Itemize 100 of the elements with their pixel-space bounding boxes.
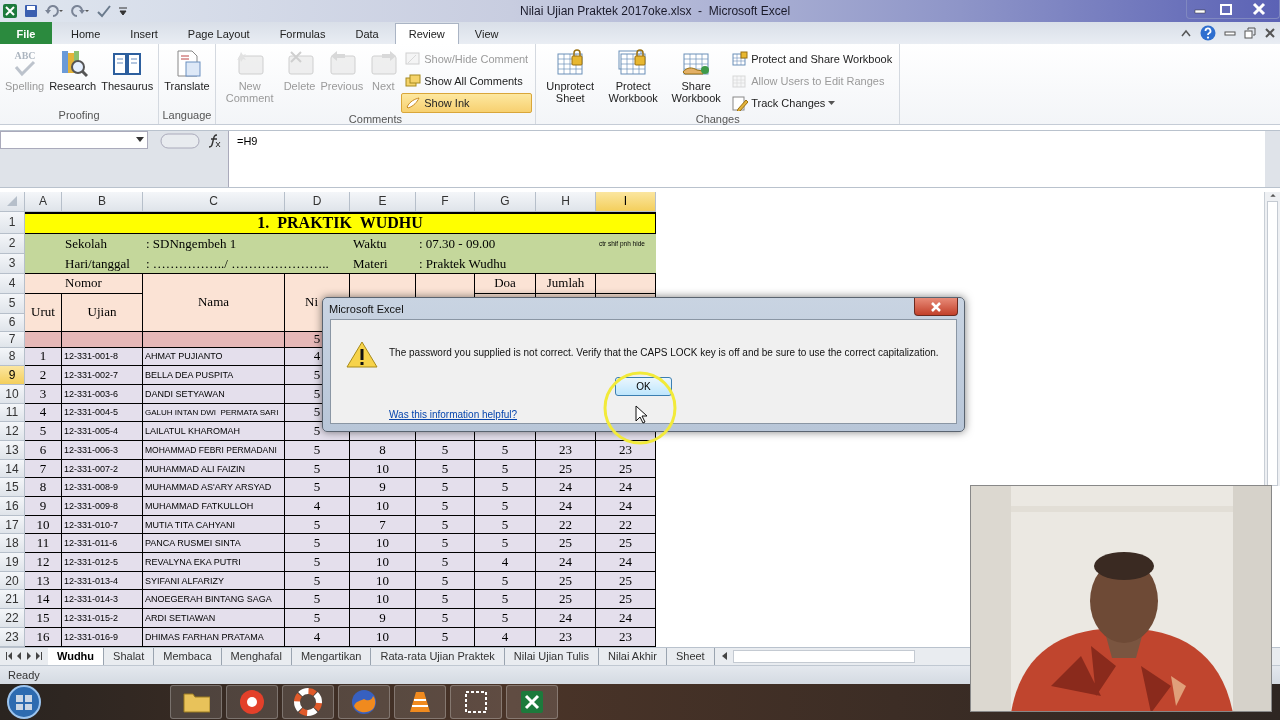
ribbon-tab[interactable]: Review bbox=[394, 23, 459, 45]
column-header[interactable]: G bbox=[475, 191, 536, 212]
ribbon-tab[interactable]: View bbox=[460, 23, 513, 45]
help-icon[interactable] bbox=[1200, 25, 1216, 41]
track-changes-icon bbox=[732, 95, 749, 112]
taskbar-button[interactable] bbox=[506, 685, 558, 719]
locked-workbook-button[interactable]: Protect Workbook bbox=[602, 46, 665, 114]
table-cell: 12-331-012-5 bbox=[62, 553, 143, 572]
column-header[interactable]: A bbox=[25, 191, 62, 212]
table-cell: 10 bbox=[350, 590, 416, 610]
ok-button[interactable]: OK bbox=[615, 377, 672, 396]
redo-icon[interactable] bbox=[70, 3, 90, 18]
row-header[interactable]: 4 bbox=[0, 273, 25, 294]
sheet-tab[interactable]: Wudhu bbox=[48, 647, 105, 666]
next-sheet-icon[interactable] bbox=[26, 652, 32, 661]
spell-check-icon[interactable] bbox=[96, 3, 112, 18]
table-cell: 5 bbox=[475, 534, 536, 554]
ribbon-tab[interactable]: Formulas bbox=[265, 23, 340, 45]
table-cell: 10 bbox=[350, 553, 416, 572]
books-magnifier-button[interactable]: Research bbox=[47, 46, 99, 110]
close-icon bbox=[930, 301, 942, 312]
column-header[interactable]: F bbox=[416, 191, 475, 212]
column-header[interactable]: I bbox=[596, 191, 656, 212]
scroll-left-icon[interactable] bbox=[720, 652, 729, 661]
column-header[interactable]: H bbox=[536, 191, 596, 212]
table-cell: 5 bbox=[416, 478, 475, 498]
table-cell bbox=[596, 273, 656, 294]
table-cell: 9 bbox=[25, 497, 62, 516]
taskbar-button[interactable] bbox=[394, 685, 446, 719]
table-cell: 15 bbox=[25, 609, 62, 628]
taskbar-button[interactable] bbox=[282, 685, 334, 719]
formula-field[interactable]: =H9 bbox=[228, 131, 1265, 187]
column-heading: Doa bbox=[475, 273, 536, 294]
row-header[interactable]: 21 bbox=[0, 590, 25, 610]
table-cell: 24 bbox=[596, 497, 656, 516]
taskbar-button[interactable] bbox=[226, 685, 278, 719]
close-button[interactable] bbox=[914, 298, 958, 316]
ribbon-tab[interactable]: Page Layout bbox=[173, 23, 264, 45]
ribbon-button[interactable]: Track Changes bbox=[728, 93, 897, 114]
locked-sheet-button[interactable]: Unprotect Sheet bbox=[539, 46, 602, 114]
row-header[interactable]: 16 bbox=[0, 497, 25, 516]
help-link[interactable]: Was this information helpful? bbox=[389, 409, 518, 420]
shared-workbook-button[interactable]: Share Workbook bbox=[665, 46, 728, 114]
row-header[interactable]: 18 bbox=[0, 534, 25, 554]
splitter-handle-icon[interactable] bbox=[160, 133, 200, 150]
file-tab[interactable]: File bbox=[0, 22, 52, 45]
row-header[interactable]: 1 bbox=[0, 211, 25, 234]
minimize-icon[interactable] bbox=[1224, 28, 1236, 38]
ribbon-button[interactable]: Show All Comments bbox=[401, 71, 533, 92]
taskbar-button[interactable] bbox=[450, 685, 502, 719]
row-header[interactable]: 3 bbox=[0, 253, 25, 274]
ribbon-tab[interactable]: Home bbox=[57, 23, 115, 45]
row-header[interactable]: 15 bbox=[0, 478, 25, 498]
close-icon[interactable] bbox=[1264, 27, 1276, 39]
table-cell: 24 bbox=[596, 478, 656, 498]
row-header[interactable]: 9 bbox=[0, 366, 25, 385]
row-header[interactable]: 22 bbox=[0, 609, 25, 628]
row-header[interactable]: 5 bbox=[0, 293, 25, 314]
save-icon[interactable] bbox=[24, 3, 38, 18]
sheet-title: 1. PRAKTIK WUDHU bbox=[25, 211, 656, 234]
vertical-scrollbar[interactable] bbox=[1264, 191, 1280, 486]
spreadsheet-icon bbox=[518, 688, 546, 716]
dialog-message: The password you supplied is not correct. Verify that the CAPS LOCK key is off and be sure to use the correct capitalization. bbox=[389, 347, 939, 358]
table-cell: MUHAMMAD FATKULLOH bbox=[143, 497, 285, 516]
previous-sheet-icon[interactable] bbox=[16, 652, 22, 661]
table-cell: 9 bbox=[350, 478, 416, 498]
column-header[interactable]: B bbox=[62, 191, 143, 212]
window-title: Nilai Ujian Praktek 2017oke.xlsx - Microsoft Excel bbox=[520, 4, 791, 18]
table-cell: 12-331-014-3 bbox=[62, 590, 143, 610]
table-cell: 5 bbox=[25, 422, 62, 441]
row-header[interactable]: 12 bbox=[0, 422, 25, 441]
table-cell: 10 bbox=[350, 497, 416, 516]
ribbon-tab[interactable]: Insert bbox=[116, 23, 172, 45]
table-cell: 5 bbox=[475, 609, 536, 628]
restore-icon[interactable] bbox=[1244, 27, 1256, 39]
translate-button[interactable]: Translate bbox=[162, 46, 212, 110]
undo-icon[interactable] bbox=[44, 3, 64, 18]
first-sheet-icon[interactable] bbox=[6, 652, 12, 661]
ribbon-button[interactable]: Show Ink bbox=[401, 93, 533, 114]
table-cell: 5 bbox=[285, 478, 350, 498]
row-header[interactable]: 2 bbox=[0, 233, 25, 254]
start-orb-icon[interactable] bbox=[6, 684, 42, 720]
lifebuoy-icon bbox=[294, 688, 322, 716]
column-header[interactable]: C bbox=[143, 191, 285, 212]
ribbon-button[interactable]: Protect and Share Workbook bbox=[728, 49, 897, 70]
comments-icon bbox=[405, 73, 422, 90]
taskbar-button[interactable] bbox=[170, 685, 222, 719]
column-header[interactable]: E bbox=[350, 191, 416, 212]
insert-function-icon[interactable] bbox=[208, 134, 222, 149]
collapse-ribbon-icon[interactable] bbox=[1180, 28, 1192, 38]
book-button[interactable]: Thesaurus bbox=[99, 46, 156, 110]
selection-icon bbox=[462, 688, 490, 716]
excel-icon[interactable] bbox=[2, 2, 18, 19]
ribbon-tab[interactable]: Data bbox=[341, 23, 393, 45]
column-header[interactable]: D bbox=[285, 191, 350, 212]
table-cell: BELLA DEA PUSPITA bbox=[143, 366, 285, 385]
last-sheet-icon[interactable] bbox=[36, 652, 42, 661]
column-heading: Ujian bbox=[62, 293, 143, 332]
row-header[interactable]: 19 bbox=[0, 553, 25, 572]
horizontal-scrollbar[interactable] bbox=[732, 649, 915, 663]
